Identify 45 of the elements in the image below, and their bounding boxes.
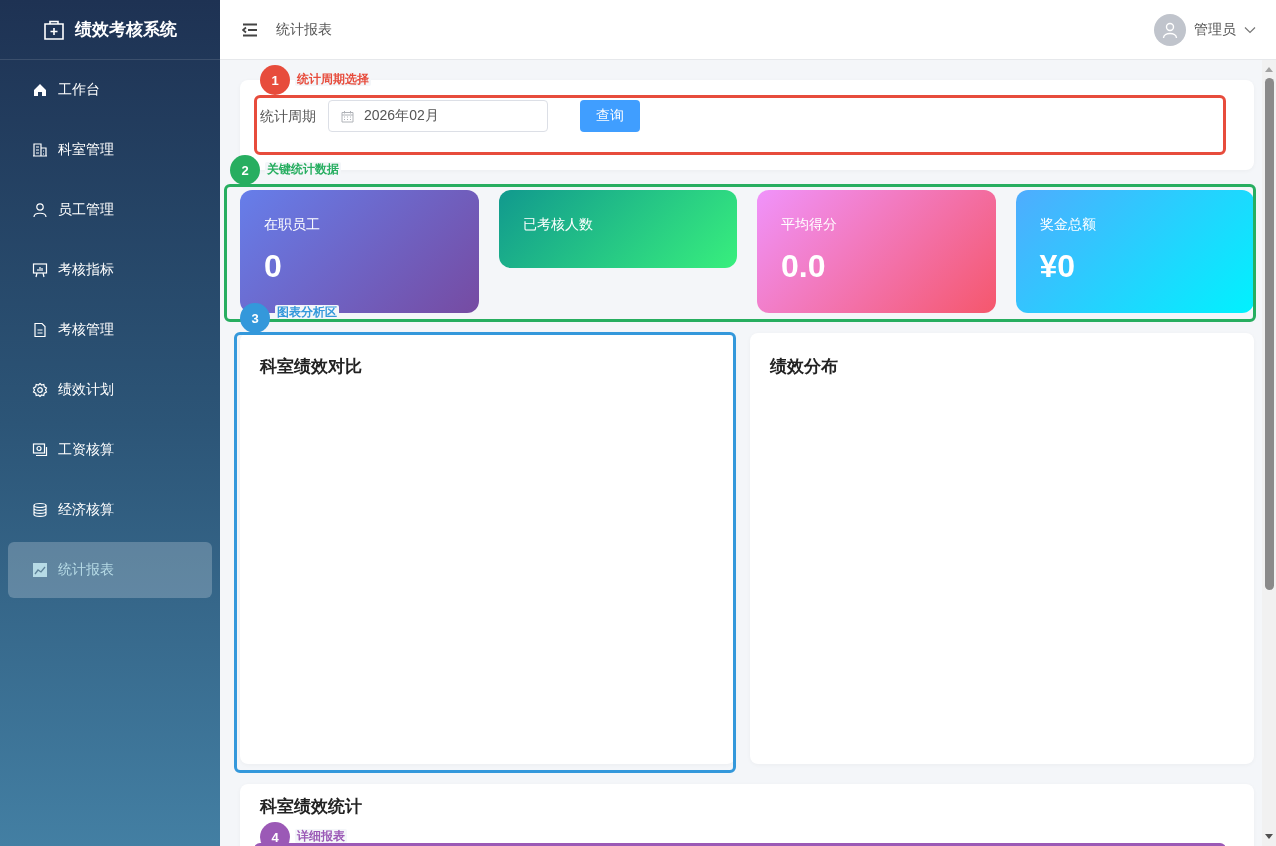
sidebar-item[interactable]: 考核管理 bbox=[8, 302, 212, 358]
stat-label: 奖金总额 bbox=[1039, 215, 1097, 234]
stat-value: 0.0 bbox=[781, 247, 827, 286]
annotation-label: 统计周期选择 bbox=[295, 72, 371, 86]
annotation-number: 2 bbox=[230, 155, 260, 185]
card-title: 绩效分布 bbox=[770, 356, 839, 378]
gear-icon bbox=[32, 382, 48, 398]
annotation-number: 1 bbox=[260, 65, 290, 95]
medical-kit-icon bbox=[43, 18, 65, 41]
home-icon bbox=[32, 82, 48, 98]
scrollbar[interactable] bbox=[1262, 60, 1276, 846]
card-title: 科室绩效对比 bbox=[260, 356, 363, 378]
stat-label: 平均得分 bbox=[781, 215, 838, 234]
chevron-down-icon bbox=[1244, 25, 1256, 34]
avatar-icon bbox=[1154, 13, 1186, 46]
breadcrumb: 统计报表 bbox=[276, 20, 332, 39]
calendar-icon bbox=[341, 109, 354, 123]
sidebar-item[interactable]: 工资核算 bbox=[8, 422, 212, 478]
sidebar-item[interactable]: 绩效计划 bbox=[8, 362, 212, 418]
line-chart-icon bbox=[32, 562, 48, 578]
banknote-icon bbox=[32, 442, 48, 458]
sidebar-item[interactable]: 工作台 bbox=[8, 62, 212, 118]
app-title: 绩效考核系统 bbox=[75, 19, 177, 41]
month-picker[interactable]: 2026年02月 bbox=[328, 100, 548, 132]
user-icon bbox=[32, 202, 48, 218]
stat-label: 已考核人数 bbox=[522, 215, 594, 234]
building-icon bbox=[32, 142, 48, 158]
sidebar-item[interactable]: 科室管理 bbox=[8, 122, 212, 178]
presentation-board-icon bbox=[32, 262, 48, 278]
stat-value: 0 bbox=[264, 247, 283, 286]
stat-label: 在职员工 bbox=[264, 215, 321, 234]
menu-fold-icon[interactable] bbox=[242, 22, 258, 37]
card-title: 科室绩效统计 bbox=[260, 796, 363, 818]
database-icon bbox=[32, 502, 48, 518]
annotation-label: 图表分析区 bbox=[275, 305, 339, 319]
user-menu[interactable]: 管理员 bbox=[1154, 13, 1256, 46]
sidebar-item[interactable]: 经济核算 bbox=[8, 482, 212, 538]
field-label: 统计周期 bbox=[260, 107, 316, 126]
annotation-label: 详细报表 bbox=[295, 829, 347, 843]
annotation-number: 3 bbox=[240, 303, 270, 333]
document-icon bbox=[32, 322, 48, 338]
annotation-label: 关键统计数据 bbox=[265, 162, 341, 176]
sidebar-item[interactable]: 考核指标 bbox=[8, 242, 212, 298]
stat-value: ¥0 bbox=[1039, 247, 1077, 286]
sidebar-item[interactable]: 员工管理 bbox=[8, 182, 212, 238]
